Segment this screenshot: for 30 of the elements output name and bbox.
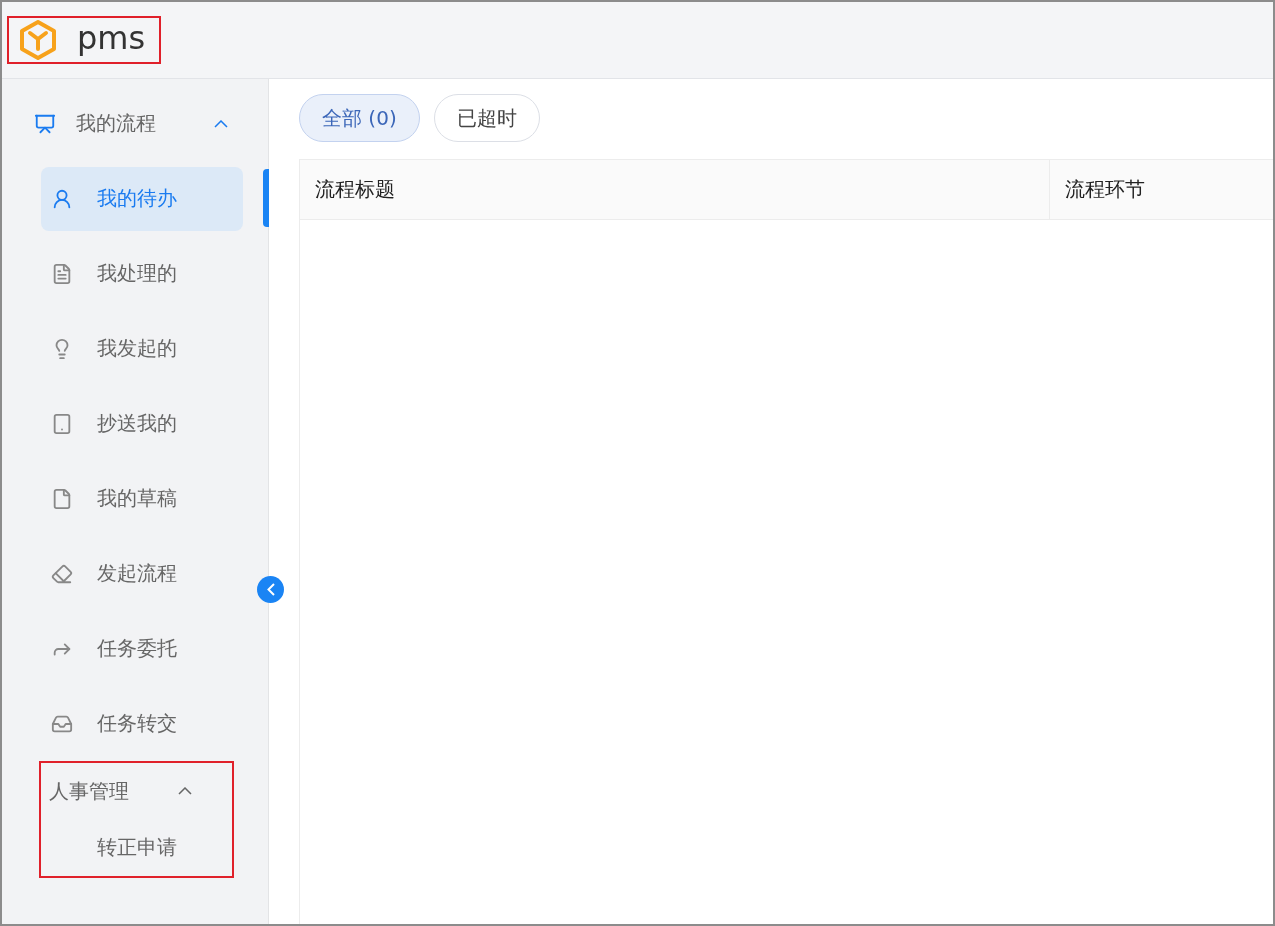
menu-group-header[interactable]: 人事管理 (41, 763, 232, 819)
menu-group-header[interactable]: 我的流程 (2, 86, 268, 161)
menu-item[interactable]: 我的草稿 (41, 466, 243, 531)
chevron-up-icon (178, 787, 192, 795)
filter-tab[interactable]: 全部 (0) (299, 94, 420, 142)
chevron-up-icon (214, 119, 228, 128)
filter-tab[interactable]: 已超时 (433, 94, 540, 142)
chevron-left-icon (266, 583, 275, 596)
app-name: pms (77, 22, 146, 58)
active-indicator (263, 169, 269, 227)
menu-item[interactable]: 转正申请 (41, 833, 232, 861)
column-header: 流程环节 (1050, 160, 1273, 219)
column-header: 流程标题 (300, 160, 1050, 219)
cube-logo-icon (19, 20, 57, 60)
menu-group-label: 人事管理 (49, 777, 130, 805)
menu-group-label: 我的流程 (76, 110, 157, 137)
menu-item[interactable]: 我发起的 (41, 316, 243, 381)
file-icon (51, 487, 73, 510)
menu-item[interactable]: 任务委托 (41, 616, 243, 681)
menu-item[interactable]: 任务转交 (41, 691, 243, 756)
document-icon (51, 262, 73, 285)
presentation-icon (34, 112, 56, 135)
person-icon (51, 187, 73, 210)
menu-item[interactable]: 抄送我的 (41, 391, 243, 456)
menu-item[interactable]: 我处理的 (41, 241, 243, 306)
menu-item[interactable]: 发起流程 (41, 541, 243, 606)
menu-item[interactable]: 我的待办 (41, 166, 243, 231)
tablet-icon (51, 412, 73, 435)
collapse-button[interactable] (257, 576, 284, 603)
eraser-icon (51, 562, 73, 585)
